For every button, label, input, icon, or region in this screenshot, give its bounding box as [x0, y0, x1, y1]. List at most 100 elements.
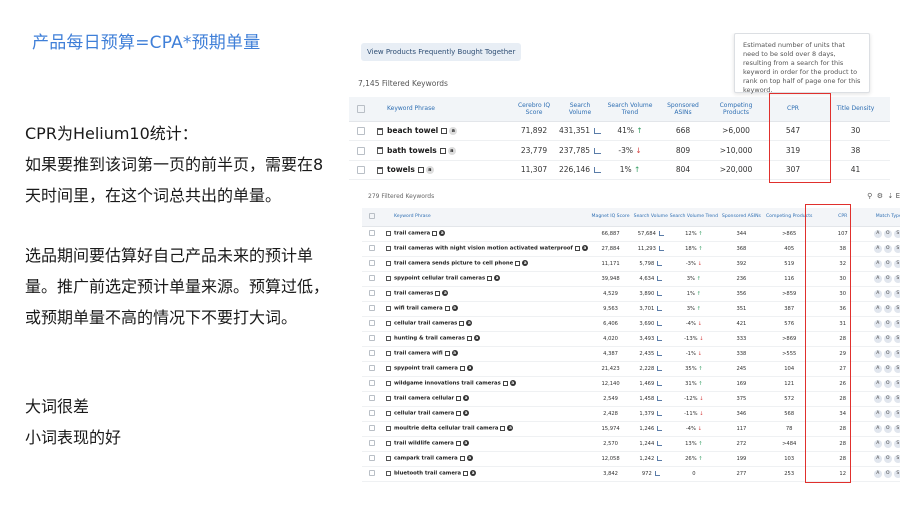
match-type-badge[interactable]: A [873, 319, 882, 328]
row-checkbox-cell[interactable] [349, 140, 373, 161]
external-link-icon[interactable] [459, 365, 465, 371]
keyword-text[interactable]: cellular trail camera [394, 411, 454, 417]
match-type-badge[interactable]: A [873, 274, 882, 283]
keyword-text[interactable]: trail camera wifi [394, 351, 443, 357]
row-checkbox-cell[interactable] [362, 301, 383, 317]
header-keyword-phrase[interactable]: Keyword Phrase [393, 208, 588, 227]
external-link-icon[interactable] [466, 335, 472, 341]
trash-icon[interactable] [385, 455, 391, 461]
external-link-icon[interactable] [444, 305, 450, 311]
external-link-icon[interactable] [417, 167, 424, 174]
match-type-badge[interactable]: O [883, 259, 892, 268]
trash-icon[interactable] [385, 245, 391, 251]
keyword-text[interactable]: wifi trail camera [394, 306, 443, 312]
trend-chart-icon[interactable] [657, 320, 663, 326]
row-checkbox-cell[interactable] [362, 316, 383, 332]
trend-chart-icon[interactable] [657, 260, 663, 266]
row-checkbox[interactable] [369, 290, 376, 297]
header-iq-score[interactable]: Magnet IQ Score [587, 208, 634, 227]
match-type-badge[interactable]: O [883, 364, 892, 373]
match-type-badge[interactable]: A [873, 424, 882, 433]
trash-icon[interactable] [385, 335, 391, 341]
match-type-badge[interactable]: O [883, 319, 892, 328]
row-checkbox-cell[interactable] [362, 376, 383, 392]
match-type-badge[interactable]: A [873, 229, 882, 238]
delete-cell[interactable] [382, 346, 394, 362]
header-cpr[interactable]: CPR [814, 208, 871, 227]
trend-chart-icon[interactable] [657, 365, 663, 371]
gear-icon[interactable]: ⚙ [877, 192, 883, 200]
trash-icon[interactable] [385, 425, 391, 431]
row-checkbox[interactable] [369, 320, 376, 327]
delete-cell[interactable] [382, 406, 394, 422]
row-checkbox[interactable] [357, 127, 365, 136]
amazon-icon[interactable]: a [466, 455, 473, 462]
row-checkbox-cell[interactable] [362, 391, 383, 407]
row-checkbox[interactable] [369, 455, 376, 462]
view-frequently-bought-button[interactable]: View Products Frequently Bought Together [361, 43, 522, 61]
row-checkbox[interactable] [369, 365, 376, 372]
match-type-badge[interactable]: O [883, 229, 892, 238]
keyword-text[interactable]: trail cameras [394, 291, 433, 297]
external-link-icon[interactable] [459, 320, 465, 326]
amazon-icon[interactable]: a [439, 230, 446, 237]
keyword-text[interactable]: moultrie delta cellular trail camera [394, 426, 498, 432]
match-type-badge[interactable]: O [883, 304, 892, 313]
match-type-badge[interactable]: A [873, 469, 882, 478]
trash-icon[interactable] [377, 127, 383, 135]
external-link-icon[interactable] [435, 290, 441, 296]
row-checkbox-cell[interactable] [362, 406, 383, 422]
amazon-icon[interactable]: a [466, 365, 473, 372]
amazon-icon[interactable]: a [507, 425, 514, 432]
external-link-icon[interactable] [456, 410, 462, 416]
trash-icon[interactable] [385, 290, 391, 296]
delete-cell[interactable] [382, 241, 394, 257]
trend-chart-icon[interactable] [658, 245, 664, 251]
keyword-text[interactable]: cellular trail cameras [394, 321, 457, 327]
row-checkbox[interactable] [369, 260, 376, 267]
trend-chart-icon[interactable] [657, 290, 663, 296]
match-type-badge[interactable]: S [893, 424, 900, 433]
delete-cell[interactable] [382, 451, 394, 467]
match-type-badge[interactable]: O [883, 289, 892, 298]
keyword-text[interactable]: spypoint cellular trail cameras [394, 276, 485, 282]
delete-cell[interactable] [382, 391, 394, 407]
delete-cell[interactable] [382, 316, 394, 332]
match-type-badge[interactable]: A [873, 439, 882, 448]
external-link-icon[interactable] [432, 230, 438, 236]
keyword-text[interactable]: trail wildlife camera [394, 441, 454, 447]
header-volume-trend[interactable]: Search Volume Trend [668, 208, 720, 227]
trash-icon[interactable] [385, 470, 391, 476]
trend-chart-icon[interactable] [657, 455, 663, 461]
trend-chart-icon[interactable] [657, 380, 663, 386]
amazon-icon[interactable]: a [494, 275, 501, 282]
trend-chart-icon[interactable] [657, 395, 663, 401]
trash-icon[interactable] [377, 166, 383, 174]
match-type-badge[interactable]: A [873, 334, 882, 343]
delete-cell[interactable] [382, 331, 394, 347]
amazon-icon[interactable]: a [451, 305, 458, 312]
amazon-icon[interactable]: a [473, 335, 480, 342]
match-type-badge[interactable]: S [893, 289, 900, 298]
trash-icon[interactable] [385, 275, 391, 281]
match-type-badge[interactable]: O [883, 349, 892, 358]
match-type-badge[interactable]: A [873, 409, 882, 418]
trend-chart-icon[interactable] [594, 128, 602, 135]
match-type-badge[interactable]: S [893, 469, 900, 478]
header-competing-products[interactable]: Competing Products [707, 97, 765, 122]
external-link-icon[interactable] [444, 350, 450, 356]
external-link-icon[interactable] [441, 128, 448, 135]
keyword-text[interactable]: trail camera [394, 231, 430, 237]
match-type-badge[interactable]: A [873, 244, 882, 253]
amazon-icon[interactable]: a [451, 350, 458, 357]
external-link-icon[interactable] [463, 470, 469, 476]
keyword-text[interactable]: wildgame innovations trail cameras [394, 381, 501, 387]
amazon-icon[interactable]: a [509, 380, 516, 387]
trash-icon[interactable] [385, 380, 391, 386]
trash-icon[interactable] [385, 365, 391, 371]
match-type-badge[interactable]: S [893, 349, 900, 358]
amazon-icon[interactable]: a [470, 470, 477, 477]
row-checkbox-cell[interactable] [362, 241, 383, 257]
keyword-text[interactable]: campark trail camera [394, 456, 458, 462]
external-link-icon[interactable] [439, 147, 446, 154]
